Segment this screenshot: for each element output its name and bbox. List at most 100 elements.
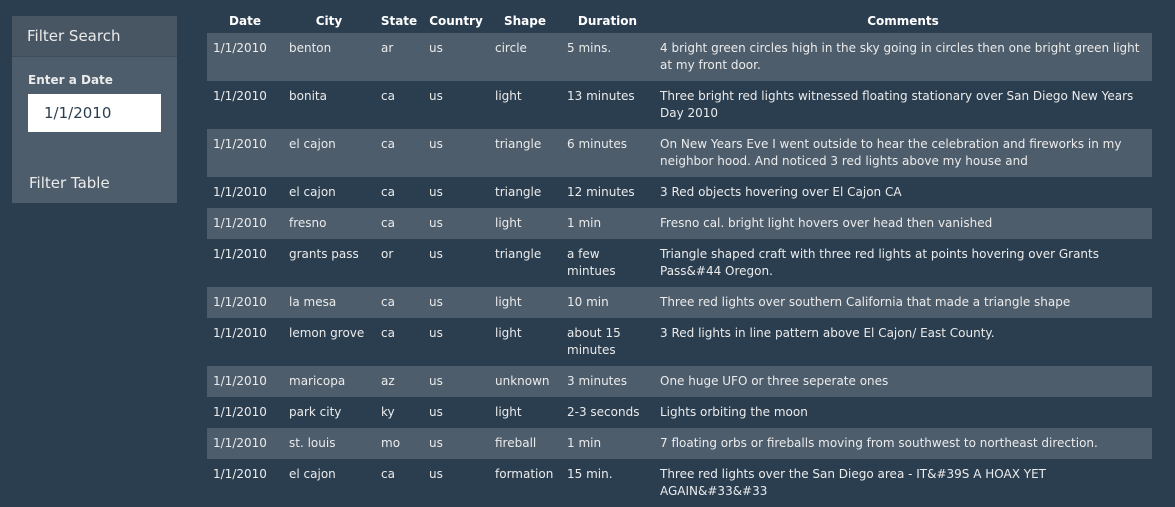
cell-city: fresno [289, 216, 327, 230]
table-row: 1/1/2010 bonita ca us light 13 minutes Three b… [207, 81, 1152, 129]
cell-comments: Three red lights over the San Diego area… [660, 467, 1047, 498]
cell-city: park city [289, 405, 342, 419]
cell-state: ca [381, 326, 395, 340]
cell-city: lemon grove [289, 326, 365, 340]
cell-state: ca [381, 137, 395, 151]
cell-duration: 3 minutes [567, 374, 628, 388]
cell-state: ky [381, 405, 395, 419]
header-country[interactable]: Country [423, 8, 489, 33]
cell-city: la mesa [289, 295, 337, 309]
cell-date: 1/1/2010 [213, 436, 267, 450]
header-date[interactable]: Date [207, 8, 283, 33]
table-row: 1/1/2010 fresno ca us light 1 min Fresno cal. … [207, 208, 1152, 239]
cell-duration: 13 minutes [567, 89, 635, 103]
cell-comments: 3 Red objects hovering over El Cajon CA [660, 185, 902, 199]
cell-city: el cajon [289, 137, 336, 151]
cell-shape: light [495, 405, 522, 419]
filter-table-button[interactable]: Filter Table [29, 174, 110, 192]
cell-duration: 2-3 seconds [567, 405, 640, 419]
cell-date: 1/1/2010 [213, 185, 267, 199]
cell-date: 1/1/2010 [213, 89, 267, 103]
cell-comments: Three red lights over southern Californi… [660, 295, 1071, 309]
cell-city: bonita [289, 89, 327, 103]
header-state[interactable]: State [375, 8, 423, 33]
cell-date: 1/1/2010 [213, 374, 267, 388]
cell-country: us [429, 374, 443, 388]
cell-duration: 5 mins. [567, 41, 612, 55]
cell-duration: 10 min [567, 295, 609, 309]
cell-country: us [429, 405, 443, 419]
sidebar-title: Filter Search [12, 16, 177, 57]
cell-duration: 1 min [567, 436, 602, 450]
cell-date: 1/1/2010 [213, 216, 267, 230]
cell-city: benton [289, 41, 332, 55]
cell-comments: 3 Red lights in line pattern above El Ca… [660, 326, 995, 340]
cell-state: or [381, 247, 394, 261]
cell-comments: 7 floating orbs or fireballs moving from… [660, 436, 1098, 450]
cell-duration: 6 minutes [567, 137, 628, 151]
header-comments[interactable]: Comments [654, 8, 1152, 33]
ufo-table: Date City State Country Shape Duration C… [207, 8, 1152, 507]
cell-comments: Three bright red lights witnessed floati… [660, 89, 1134, 120]
table-row: 1/1/2010 lemon grove ca us light about 15 min… [207, 318, 1152, 366]
cell-state: ca [381, 185, 395, 199]
table-row: 1/1/2010 grants pass or us triangle a few min… [207, 239, 1152, 287]
table-row: 1/1/2010 st. louis mo us fireball 1 min 7 floa… [207, 428, 1152, 459]
cell-duration: 1 min [567, 216, 602, 230]
header-city[interactable]: City [283, 8, 375, 33]
table-header-row: Date City State Country Shape Duration C… [207, 8, 1152, 33]
table-row: 1/1/2010 el cajon ca us triangle 6 minutes On … [207, 129, 1152, 177]
cell-date: 1/1/2010 [213, 467, 267, 481]
cell-shape: triangle [495, 247, 542, 261]
cell-duration: 12 minutes [567, 185, 635, 199]
cell-state: ca [381, 216, 395, 230]
cell-comments: 4 bright green circles high in the sky g… [660, 41, 1140, 72]
cell-shape: light [495, 216, 522, 230]
cell-date: 1/1/2010 [213, 405, 267, 419]
cell-country: us [429, 137, 443, 151]
ufo-table-container: Date City State Country Shape Duration C… [207, 8, 1152, 507]
cell-country: us [429, 326, 443, 340]
cell-state: ca [381, 89, 395, 103]
cell-city: grants pass [289, 247, 359, 261]
cell-comments: Fresno cal. bright light hovers over hea… [660, 216, 993, 230]
cell-comments: One huge UFO or three seperate ones [660, 374, 889, 388]
header-shape[interactable]: Shape [489, 8, 561, 33]
cell-comments: Triangle shaped craft with three red lig… [660, 247, 1099, 278]
date-input[interactable] [28, 94, 161, 132]
table-row: 1/1/2010 el cajon ca us formation 15 min. Thre… [207, 459, 1152, 507]
header-duration[interactable]: Duration [561, 8, 654, 33]
cell-shape: triangle [495, 137, 542, 151]
cell-city: el cajon [289, 185, 336, 199]
cell-city: st. louis [289, 436, 336, 450]
cell-state: az [381, 374, 395, 388]
cell-country: us [429, 436, 443, 450]
cell-shape: formation [495, 467, 554, 481]
date-label: Enter a Date [28, 73, 113, 87]
cell-comments: On New Years Eve I went outside to hear … [660, 137, 1122, 168]
cell-date: 1/1/2010 [213, 41, 267, 55]
cell-city: maricopa [289, 374, 346, 388]
cell-country: us [429, 41, 443, 55]
cell-date: 1/1/2010 [213, 326, 267, 340]
cell-country: us [429, 89, 443, 103]
cell-country: us [429, 216, 443, 230]
cell-shape: light [495, 295, 522, 309]
cell-shape: circle [495, 41, 527, 55]
cell-duration: about 15 minutes [567, 326, 621, 357]
cell-state: ar [381, 41, 394, 55]
cell-date: 1/1/2010 [213, 247, 267, 261]
table-row: 1/1/2010 maricopa az us unknown 3 minutes One … [207, 366, 1152, 397]
table-row: 1/1/2010 park city ky us light 2-3 seconds Lig… [207, 397, 1152, 428]
table-row: 1/1/2010 la mesa ca us light 10 min Three red … [207, 287, 1152, 318]
cell-state: mo [381, 436, 401, 450]
cell-shape: light [495, 89, 522, 103]
cell-state: ca [381, 295, 395, 309]
cell-country: us [429, 467, 443, 481]
cell-comments: Lights orbiting the moon [660, 405, 808, 419]
cell-shape: light [495, 326, 522, 340]
cell-state: ca [381, 467, 395, 481]
cell-date: 1/1/2010 [213, 137, 267, 151]
cell-shape: unknown [495, 374, 550, 388]
cell-country: us [429, 295, 443, 309]
